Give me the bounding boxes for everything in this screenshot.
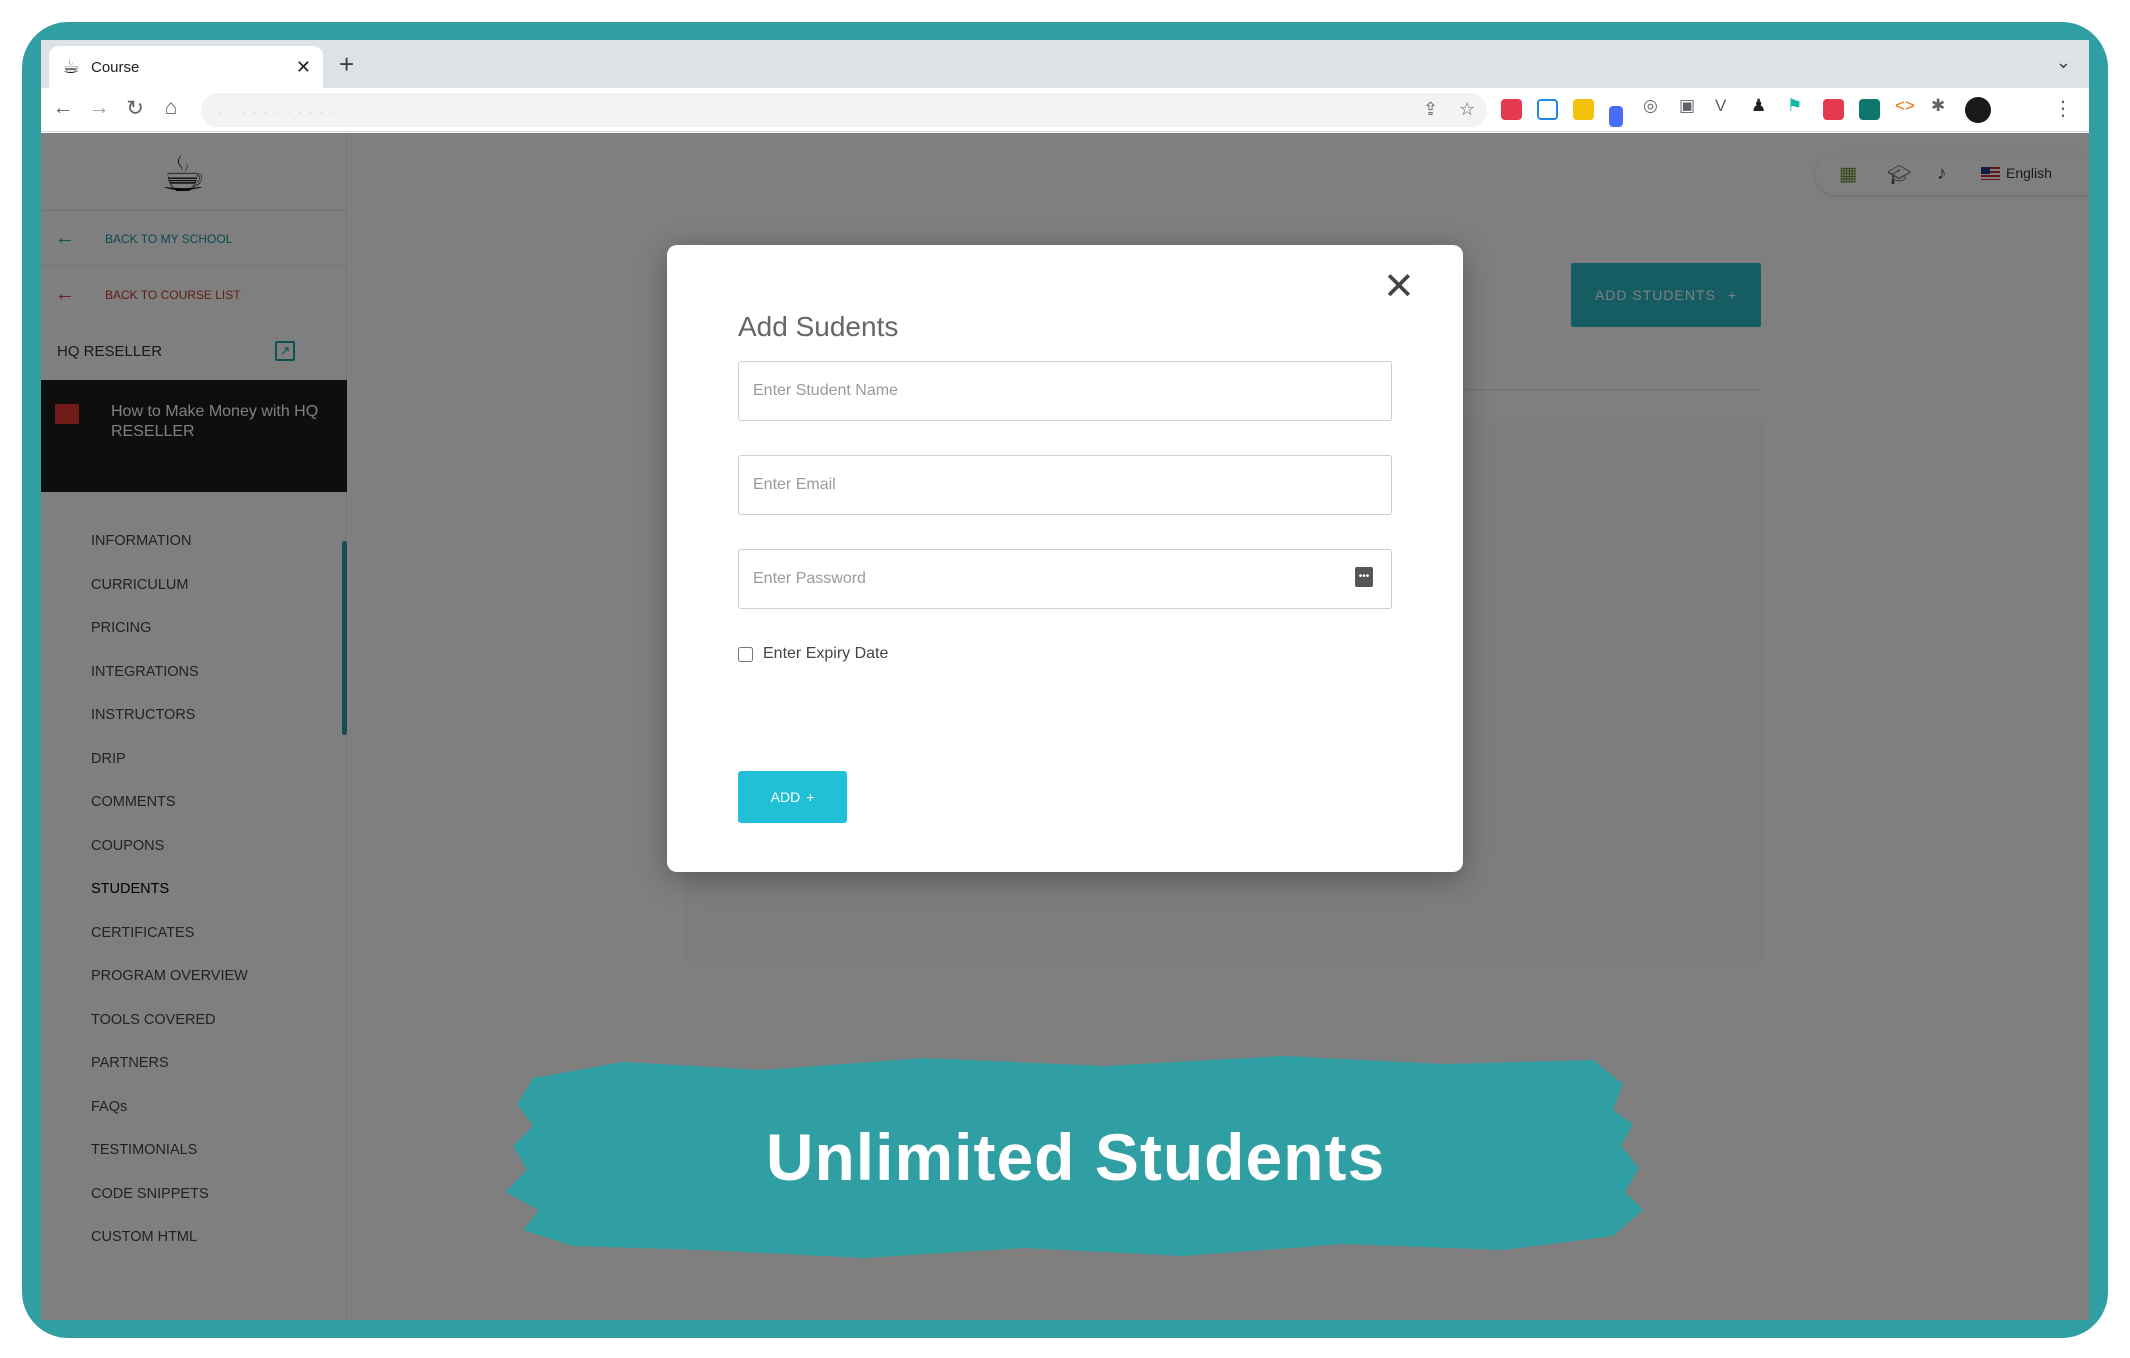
extension-badge-icon[interactable]: [1823, 99, 1844, 120]
coffee-cup-icon: ☕: [62, 56, 80, 78]
extension-pen-icon[interactable]: [1609, 106, 1623, 127]
profile-avatar[interactable]: [1965, 97, 1991, 123]
password-manager-icon[interactable]: •••: [1355, 567, 1373, 587]
add-label: ADD: [770, 789, 801, 805]
more-menu-icon[interactable]: ⋮: [2053, 96, 2073, 121]
extension-red-icon[interactable]: [1501, 99, 1522, 120]
add-students-modal: ✕ Add Sudents ••• Enter Expiry Date ADD …: [667, 245, 1463, 872]
extension-brackets-icon[interactable]: <>: [1895, 96, 1915, 116]
student-name-input[interactable]: [738, 361, 1392, 421]
chevron-down-icon[interactable]: ⌄: [2056, 52, 2071, 73]
tab-strip: ☕ Course ✕ + ⌄: [41, 40, 2089, 88]
tab-title: Course: [91, 58, 140, 76]
browser-window: ☕ Course ✕ + ⌄ ← → ↻ ⌂ . . . . . . . . .…: [41, 40, 2089, 1320]
extension-teal-icon[interactable]: [1859, 99, 1880, 120]
extension-flag-icon[interactable]: ⚑: [1787, 96, 1802, 116]
expiry-date-checkbox[interactable]: [738, 646, 753, 662]
close-icon[interactable]: ✕: [1383, 267, 1415, 307]
add-button[interactable]: ADD +: [738, 771, 847, 823]
extension-circle-icon[interactable]: ◎: [1643, 96, 1658, 116]
extension-yellow-icon[interactable]: [1573, 99, 1594, 120]
reload-icon[interactable]: ↻: [121, 96, 149, 121]
back-arrow-icon[interactable]: ←: [49, 96, 77, 120]
extension-person-icon[interactable]: ♟: [1751, 96, 1766, 116]
new-tab-button[interactable]: +: [339, 50, 354, 78]
modal-title: Add Sudents: [738, 311, 899, 342]
plus-icon: +: [806, 789, 815, 805]
address-bar[interactable]: . . . . . . . . . . . ⇪ ☆: [201, 93, 1487, 127]
extension-v-icon[interactable]: V: [1715, 96, 1726, 116]
puzzle-icon[interactable]: ✱: [1931, 96, 1945, 116]
extension-s-icon[interactable]: [1537, 99, 1558, 120]
banner-text: Unlimited Students: [765, 1120, 1386, 1194]
share-icon[interactable]: ⇪: [1423, 99, 1438, 120]
expiry-date-option[interactable]: Enter Expiry Date: [738, 645, 888, 663]
browser-toolbar: ← → ↻ ⌂ . . . . . . . . . . . ⇪ ☆ ◎ ▣ V …: [41, 88, 2089, 132]
tab-course[interactable]: ☕ Course ✕: [49, 46, 323, 88]
url-text: . . . . . . . . . . .: [219, 101, 337, 116]
email-input[interactable]: [738, 455, 1392, 515]
forward-arrow-icon[interactable]: →: [85, 96, 113, 120]
extension-code-icon[interactable]: ▣: [1679, 96, 1695, 116]
expiry-date-label: Enter Expiry Date: [763, 645, 889, 662]
home-icon[interactable]: ⌂: [157, 96, 185, 120]
promo-banner: Unlimited Students: [503, 1050, 1648, 1264]
star-icon[interactable]: ☆: [1459, 99, 1475, 120]
close-tab-icon[interactable]: ✕: [296, 57, 311, 78]
password-input[interactable]: [738, 549, 1392, 609]
